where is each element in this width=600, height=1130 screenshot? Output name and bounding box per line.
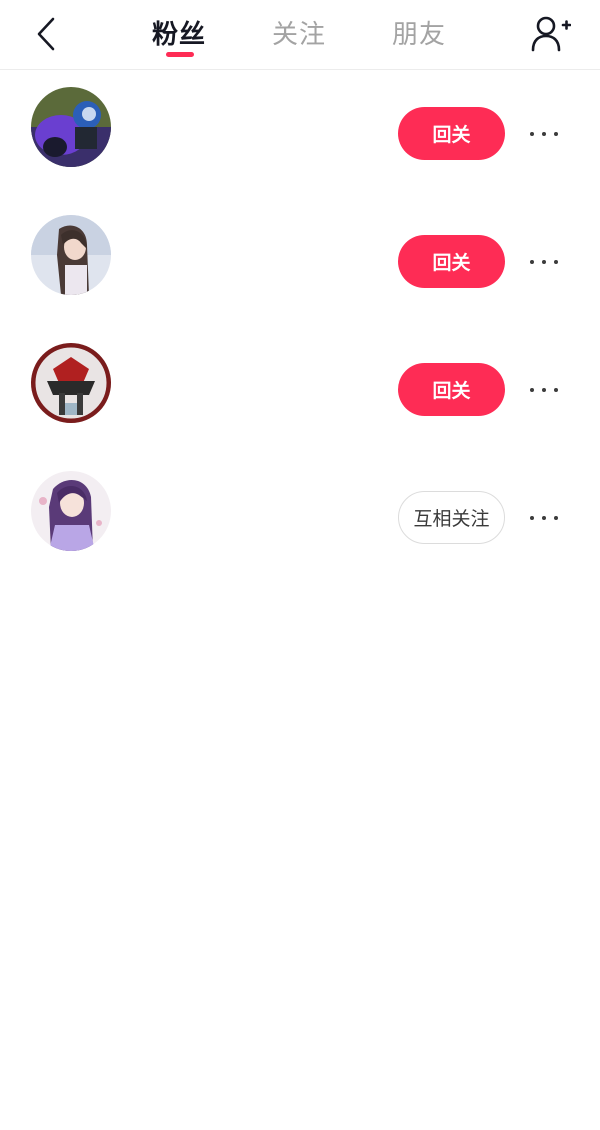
ellipsis-dot (554, 388, 558, 392)
mutual-follow-button[interactable]: 互相关注 (398, 491, 505, 544)
more-options-button[interactable] (524, 248, 564, 276)
follower-row: 回关 (0, 326, 600, 454)
follower-row: 互相关注 (0, 454, 600, 582)
tab-friends[interactable]: 朋友 (392, 14, 446, 58)
more-options-button[interactable] (524, 120, 564, 148)
ellipsis-dot (530, 260, 534, 264)
ellipsis-dot (530, 132, 534, 136)
avatar[interactable] (31, 215, 111, 295)
avatar[interactable] (31, 87, 111, 167)
add-friend-button[interactable] (528, 12, 574, 56)
motorcycle-rider-avatar (31, 87, 111, 167)
ellipsis-dot (542, 132, 546, 136)
ellipsis-dot (530, 388, 534, 392)
avatar[interactable] (31, 471, 111, 551)
ellipsis-dot (554, 260, 558, 264)
girl-long-hair-avatar (31, 215, 111, 295)
person-add-icon (531, 16, 571, 52)
more-options-button[interactable] (524, 504, 564, 532)
follow-back-button[interactable]: 回关 (398, 235, 505, 288)
top-nav-bar: 粉丝 关注 朋友 (0, 0, 600, 70)
ellipsis-dot (554, 132, 558, 136)
follow-back-button[interactable]: 回关 (398, 363, 505, 416)
tab-bar: 粉丝 关注 朋友 (0, 0, 600, 70)
active-tab-indicator (166, 52, 194, 57)
follower-row: 回关 (0, 198, 600, 326)
ellipsis-dot (530, 516, 534, 520)
ellipsis-dot (542, 516, 546, 520)
ellipsis-dot (554, 516, 558, 520)
ellipsis-dot (542, 260, 546, 264)
ellipsis-dot (542, 388, 546, 392)
more-options-button[interactable] (524, 376, 564, 404)
follower-row: 回关 (0, 70, 600, 198)
armored-warrior-avatar (31, 343, 111, 423)
tab-following[interactable]: 关注 (272, 14, 326, 58)
follow-back-button[interactable]: 回关 (398, 107, 505, 160)
anime-girl-purple-avatar (31, 471, 111, 551)
avatar[interactable] (31, 343, 111, 423)
